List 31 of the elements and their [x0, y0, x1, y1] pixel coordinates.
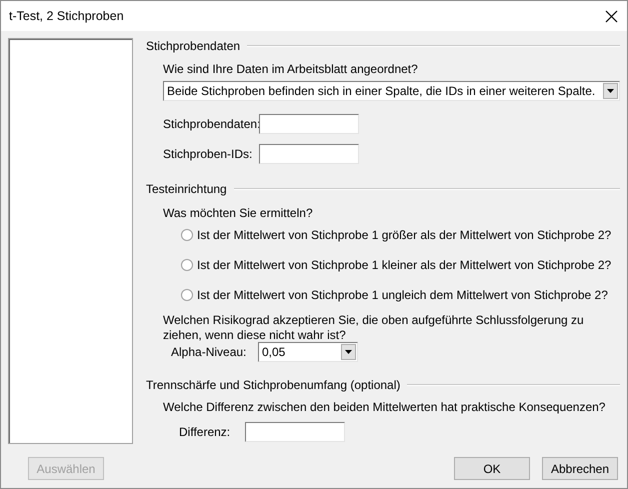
field-label: Stichprobendaten: — [163, 116, 259, 133]
question-text: Was möchten Sie ermitteln? — [163, 205, 314, 221]
caret-icon — [607, 89, 614, 93]
radio-button[interactable] — [181, 289, 193, 301]
input-field[interactable] — [259, 144, 359, 164]
ok-button[interactable]: OK — [454, 457, 530, 480]
radio-button[interactable] — [181, 229, 193, 241]
section-header: Stichprobendaten — [146, 38, 240, 55]
dropdown[interactable]: Beide Stichproben befinden sich in einer Spalte, die IDs in einer weiteren Spalte. — [163, 81, 620, 101]
window-title: t-Test, 2 Stichproben — [9, 8, 124, 25]
radio-label[interactable]: Ist der Mittelwert von Stichprobe 1 größer als der Mittelwert von Stichprobe 2? — [197, 226, 612, 244]
question-text: Wie sind Ihre Daten im Arbeitsblatt angeordnet? — [163, 61, 419, 77]
dropdown-button[interactable] — [341, 344, 356, 360]
field-label: Alpha-Niveau: — [171, 344, 248, 361]
section-header: Testeinrichtung — [146, 181, 227, 198]
input-field[interactable] — [245, 422, 345, 442]
radio-button[interactable] — [181, 259, 193, 271]
selection-list[interactable] — [8, 38, 133, 444]
field-label: Differenz: — [179, 424, 232, 441]
question-text: Welchen Risikograd akzeptieren Sie, die oben aufgeführte Schlussfolgerung zu ziehen, wenn diese nicht wahr ist? — [163, 313, 585, 343]
question-text: Welche Differenz zwischen den beiden Mittelwerten hat praktische Konsequenzen? — [163, 399, 606, 415]
cancel-button[interactable]: Abbrechen — [542, 457, 618, 480]
dropdown[interactable]: 0,05 — [258, 342, 358, 362]
field-label: Stichproben-IDs: — [163, 146, 254, 163]
caret-icon — [345, 350, 352, 354]
close-icon[interactable] — [605, 10, 618, 22]
radio-label[interactable]: Ist der Mittelwert von Stichprobe 1 ungleich dem Mittelwert von Stichprobe 2? — [197, 286, 608, 304]
input-field[interactable] — [259, 114, 359, 134]
radio-label[interactable]: Ist der Mittelwert von Stichprobe 1 kleiner als der Mittelwert von Stichprobe 2? — [197, 256, 612, 274]
section-header: Trennschärfe und Stichprobenumfang (optional) — [146, 377, 400, 394]
dropdown-button[interactable] — [603, 83, 618, 99]
